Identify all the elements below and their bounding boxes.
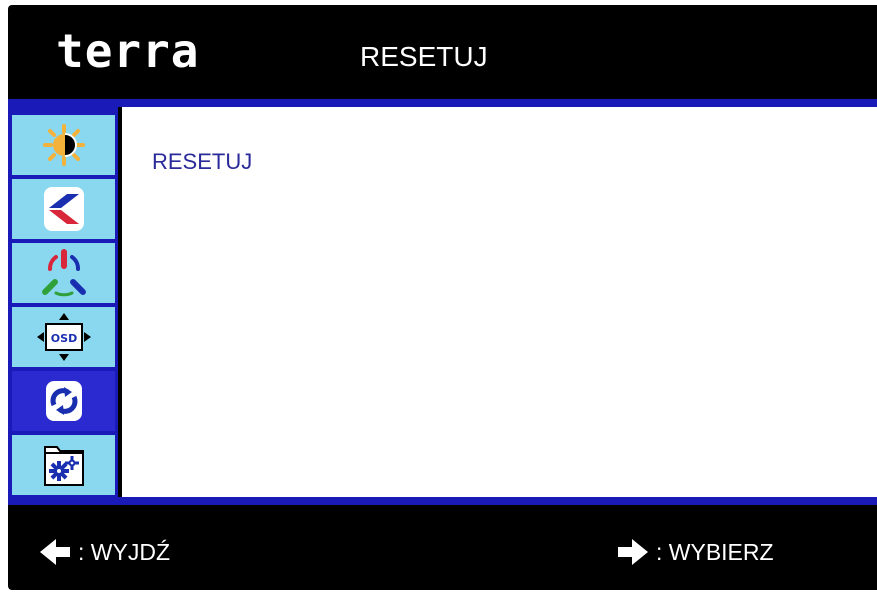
osd-menu: terra RESETUJ OSD RESETUJ: WYJDŹ: WYBI…: [8, 5, 877, 590]
osd-position-icon: OSD: [36, 313, 91, 361]
sidebar-item-osd[interactable]: OSD: [12, 307, 115, 367]
svg-text:OSD: OSD: [50, 332, 76, 345]
sidebar-item-color[interactable]: [12, 243, 115, 303]
content-panel: RESETUJ: [122, 107, 877, 497]
sidebar-item-image[interactable]: [12, 179, 115, 239]
exit-label: : WYJDŹ: [78, 539, 170, 565]
select-hint[interactable]: : WYBIERZ: [616, 537, 774, 567]
header: terra RESETUJ: [8, 5, 877, 97]
divider-bottom: [8, 497, 877, 505]
sidebar-item-misc[interactable]: [12, 435, 115, 495]
image-settings-icon: [43, 187, 84, 231]
reset-icon: [45, 381, 82, 421]
arrow-right-icon: [618, 539, 648, 565]
brand-logo: terra: [56, 24, 200, 78]
reset-option[interactable]: RESETUJ: [152, 149, 252, 175]
color-icon: [41, 249, 86, 297]
footer: : WYJDŹ : WYBIERZ: [8, 505, 877, 590]
arrow-left-icon: [40, 539, 70, 565]
exit-hint[interactable]: : WYJDŹ: [38, 537, 170, 567]
page-title: RESETUJ: [360, 41, 488, 72]
select-label: : WYBIERZ: [656, 539, 774, 565]
misc-settings-icon: [43, 446, 84, 486]
divider-top: [8, 99, 877, 107]
sidebar-item-reset[interactable]: [12, 371, 115, 431]
brightness-contrast-icon: [42, 124, 85, 166]
sidebar: OSD: [8, 107, 118, 497]
sidebar-item-brightness[interactable]: [12, 115, 115, 175]
